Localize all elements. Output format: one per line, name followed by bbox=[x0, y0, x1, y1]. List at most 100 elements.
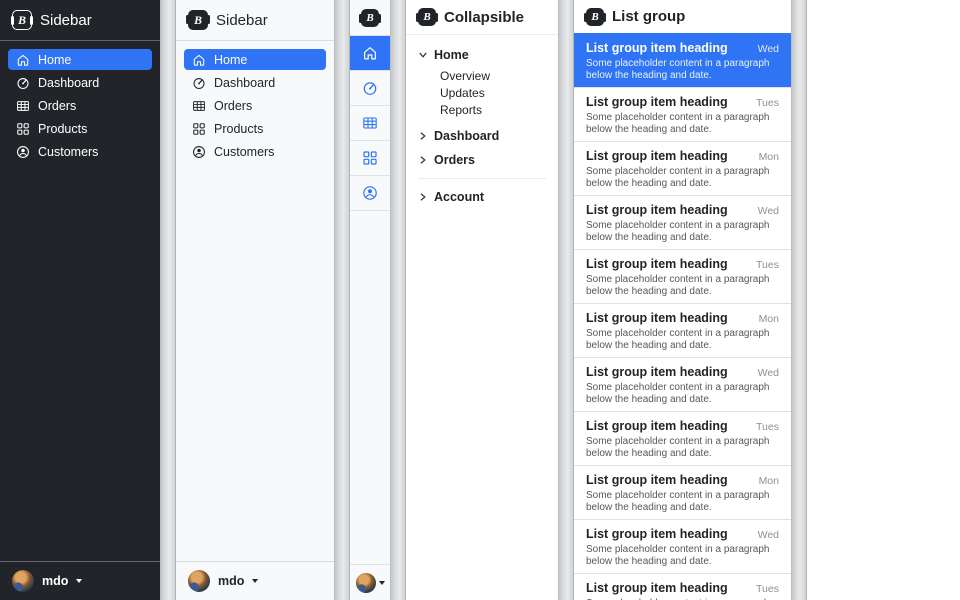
list-item-day: Mon bbox=[759, 151, 779, 163]
list-item-heading: List group item heading bbox=[586, 311, 728, 325]
nav-item-products[interactable]: Products bbox=[8, 118, 152, 139]
panel-divider bbox=[334, 0, 350, 600]
sidebar-title: Sidebar bbox=[216, 12, 268, 29]
rail-item-customers[interactable] bbox=[350, 176, 390, 211]
bootstrap-logo-icon: B bbox=[361, 9, 379, 27]
person-circle-icon bbox=[16, 145, 30, 159]
sidebar-light-nav: Home Dashboard Orders Products Customers bbox=[176, 41, 334, 172]
user-name: mdo bbox=[42, 574, 68, 588]
nav-item-dashboard[interactable]: Dashboard bbox=[8, 72, 152, 93]
list-item[interactable]: List group item heading Tues Some placeho… bbox=[574, 249, 791, 303]
tree-toggle-orders[interactable]: Orders bbox=[418, 150, 546, 170]
bootstrap-logo-icon: B bbox=[12, 10, 32, 30]
sidebar-dark-header[interactable]: B Sidebar bbox=[0, 0, 160, 41]
nav-label: Orders bbox=[38, 99, 76, 113]
nav-item-home[interactable]: Home bbox=[8, 49, 152, 70]
panel-divider bbox=[160, 0, 176, 600]
list-item-heading: List group item heading bbox=[586, 95, 728, 109]
caret-down-icon bbox=[76, 579, 82, 583]
tree-link-reports[interactable]: Reports bbox=[440, 101, 546, 118]
list-item[interactable]: List group item headingWed Some placehol… bbox=[574, 357, 791, 411]
nav-item-dashboard[interactable]: Dashboard bbox=[184, 72, 326, 93]
list-item[interactable]: List group item headingMon Some placehol… bbox=[574, 465, 791, 519]
collapsible-header[interactable]: B Collapsible bbox=[406, 0, 558, 35]
nav-label: Customers bbox=[38, 145, 98, 159]
list-item-heading: List group item heading bbox=[586, 203, 728, 217]
bootstrap-logo-icon: B bbox=[586, 8, 604, 26]
tree-toggle-account[interactable]: Account bbox=[418, 187, 546, 207]
list-item[interactable]: List group item headingTues Some placeho… bbox=[574, 411, 791, 465]
chevron-right-icon bbox=[418, 192, 428, 202]
tree-link-label: Reports bbox=[440, 103, 482, 117]
chevron-right-icon bbox=[418, 155, 428, 165]
list-item-text: Some placeholder content in a paragraph … bbox=[586, 490, 779, 514]
list-item-text: Some placeholder content in a paragraph … bbox=[586, 274, 779, 298]
collapsible-title: Collapsible bbox=[444, 9, 524, 26]
rail-item-orders[interactable] bbox=[350, 106, 390, 141]
panel-divider bbox=[558, 0, 574, 600]
list-item-day: Wed bbox=[758, 367, 779, 379]
rail-logo-wrap[interactable]: B bbox=[350, 0, 390, 36]
tree-toggle-dashboard[interactable]: Dashboard bbox=[418, 126, 546, 146]
nav-item-home[interactable]: Home bbox=[184, 49, 326, 70]
rail-item-dashboard[interactable] bbox=[350, 71, 390, 106]
user-dropdown[interactable] bbox=[350, 564, 390, 600]
table-icon bbox=[362, 115, 378, 131]
nav-label: Customers bbox=[214, 145, 274, 159]
nav-item-customers[interactable]: Customers bbox=[8, 141, 152, 162]
speedometer-icon bbox=[16, 76, 30, 90]
user-dropdown[interactable]: mdo bbox=[0, 561, 160, 600]
list-item-heading: List group item heading bbox=[586, 527, 728, 541]
list-item[interactable]: List group item headingTues Some placeho… bbox=[574, 573, 791, 600]
chevron-right-icon bbox=[418, 131, 428, 141]
tree-label: Home bbox=[434, 48, 469, 62]
list-item[interactable]: List group item headingMon Some placehol… bbox=[574, 141, 791, 195]
sidebar-light-header[interactable]: B Sidebar bbox=[176, 0, 334, 41]
empty-area bbox=[807, 0, 960, 600]
grid-icon bbox=[192, 122, 206, 136]
list-item[interactable]: List group item headingWed Some placehol… bbox=[574, 33, 791, 87]
rail-item-products[interactable] bbox=[350, 141, 390, 176]
list-item-text: Some placeholder content in a paragraph … bbox=[586, 220, 779, 244]
speedometer-icon bbox=[362, 80, 378, 96]
tree-label: Account bbox=[434, 190, 484, 204]
rail-item-home[interactable] bbox=[350, 36, 390, 71]
list-item-heading: List group item heading bbox=[586, 365, 728, 379]
tree-link-updates[interactable]: Updates bbox=[440, 84, 546, 101]
list-item-text: Some placeholder content in a paragraph … bbox=[586, 58, 779, 82]
list-item[interactable]: List group item heading Wed Some placehol… bbox=[574, 519, 791, 573]
nav-item-orders[interactable]: Orders bbox=[8, 95, 152, 116]
user-dropdown[interactable]: mdo bbox=[176, 561, 334, 600]
grid-icon bbox=[16, 122, 30, 136]
tree-link-label: Overview bbox=[440, 69, 490, 83]
home-icon bbox=[16, 53, 30, 67]
list-item[interactable]: List group item headingTues Some placeho… bbox=[574, 87, 791, 141]
list-item[interactable]: List group item headingMon Some placehol… bbox=[574, 303, 791, 357]
list-item[interactable]: List group item headingWed Some placehol… bbox=[574, 195, 791, 249]
list-item-day: Wed bbox=[758, 529, 779, 541]
list-group-header[interactable]: B List group bbox=[574, 0, 791, 33]
list-item-text: Some placeholder content in a paragraph … bbox=[586, 544, 779, 568]
nav-label: Dashboard bbox=[38, 76, 99, 90]
nav-label: Orders bbox=[214, 99, 252, 113]
tree-link-overview[interactable]: Overview bbox=[440, 67, 546, 84]
nav-item-customers[interactable]: Customers bbox=[184, 141, 326, 162]
speedometer-icon bbox=[192, 76, 206, 90]
list-item-day: Mon bbox=[759, 475, 779, 487]
nav-label: Dashboard bbox=[214, 76, 275, 90]
list-item-text: Some placeholder content in a paragraph … bbox=[586, 166, 779, 190]
tree-toggle-home[interactable]: Home bbox=[418, 45, 546, 65]
tree-group-account: Account bbox=[418, 187, 546, 207]
sidebar-collapsible: B Collapsible Home Overview Updates Repo… bbox=[406, 0, 558, 600]
avatar bbox=[356, 573, 376, 593]
nav-item-products[interactable]: Products bbox=[184, 118, 326, 139]
scrollbar-track[interactable] bbox=[791, 0, 807, 600]
nav-label: Products bbox=[214, 122, 263, 136]
person-circle-icon bbox=[362, 185, 378, 201]
list-item-day: Tues bbox=[756, 259, 779, 271]
chevron-down-icon bbox=[418, 50, 428, 60]
sidebar-light: B Sidebar Home Dashboard Orders Products bbox=[176, 0, 334, 600]
list-item-heading: List group item heading bbox=[586, 257, 728, 271]
table-icon bbox=[16, 99, 30, 113]
nav-item-orders[interactable]: Orders bbox=[184, 95, 326, 116]
